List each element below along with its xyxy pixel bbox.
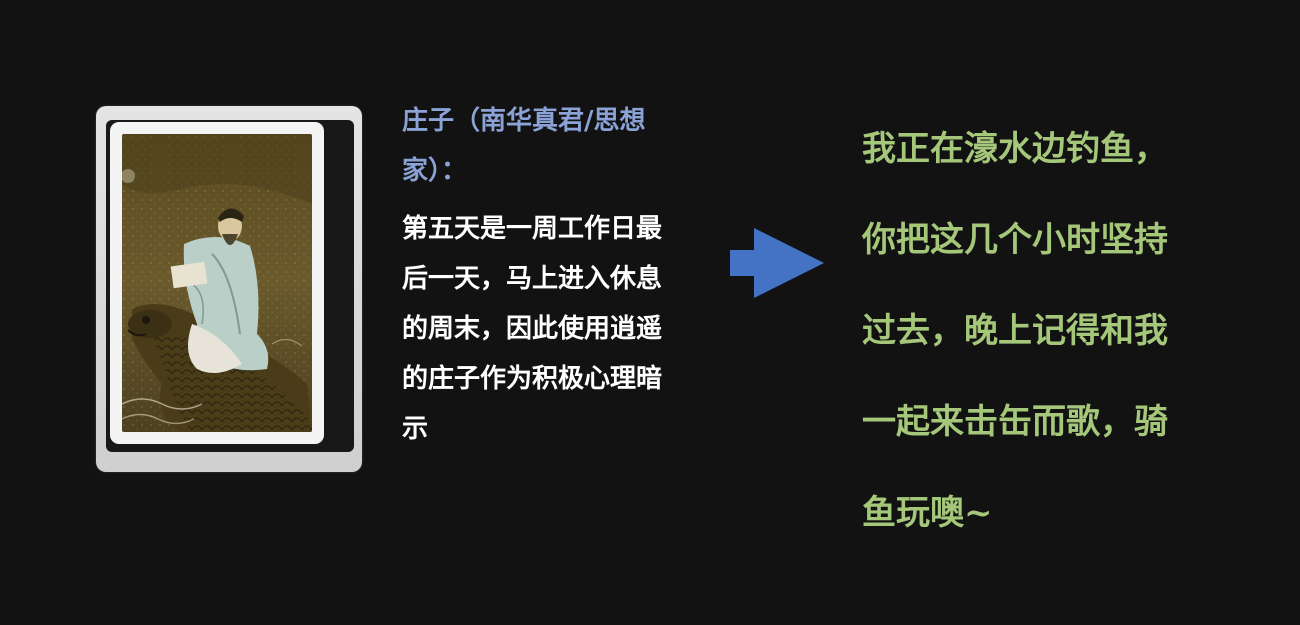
zhuangzi-painting-image [122, 134, 312, 432]
quote-text-block: 我正在濠水边钓鱼， 你把这几个小时坚持 过去，晚上记得和我 一起来击缶而歌，骑 … [862, 104, 1282, 559]
intro-heading-line: 家）： [402, 156, 468, 186]
intro-heading-line: 庄子（南华真君/思想 [402, 106, 646, 136]
intro-body-line: 的周末，因此使用逍遥 [402, 314, 663, 344]
intro-text-block: 庄子（南华真君/思想 家）： 第五天是一周工作日最 后一天，马上进入休息 的周末… [402, 96, 702, 454]
quote-line: 过去，晚上记得和我 [862, 311, 1168, 351]
quote-line: 鱼玩噢~ [862, 493, 993, 533]
intro-body-line: 后一天，马上进入休息 [402, 264, 663, 294]
intro-body-line: 第五天是一周工作日最 [402, 214, 663, 244]
portrait-card [96, 106, 362, 472]
arrow-right-icon [730, 228, 824, 298]
quote-line: 一起来击缶而歌，骑 [862, 402, 1168, 442]
intro-heading: 庄子（南华真君/思想 家）： [402, 96, 702, 196]
intro-body-line: 的庄子作为积极心理暗 [402, 364, 663, 394]
quote-line: 我正在濠水边钓鱼， [862, 129, 1168, 169]
quote-line: 你把这几个小时坚持 [862, 220, 1168, 260]
intro-body: 第五天是一周工作日最 后一天，马上进入休息 的周末，因此使用逍遥 的庄子作为积极… [402, 204, 702, 454]
intro-body-line: 示 [402, 414, 429, 444]
